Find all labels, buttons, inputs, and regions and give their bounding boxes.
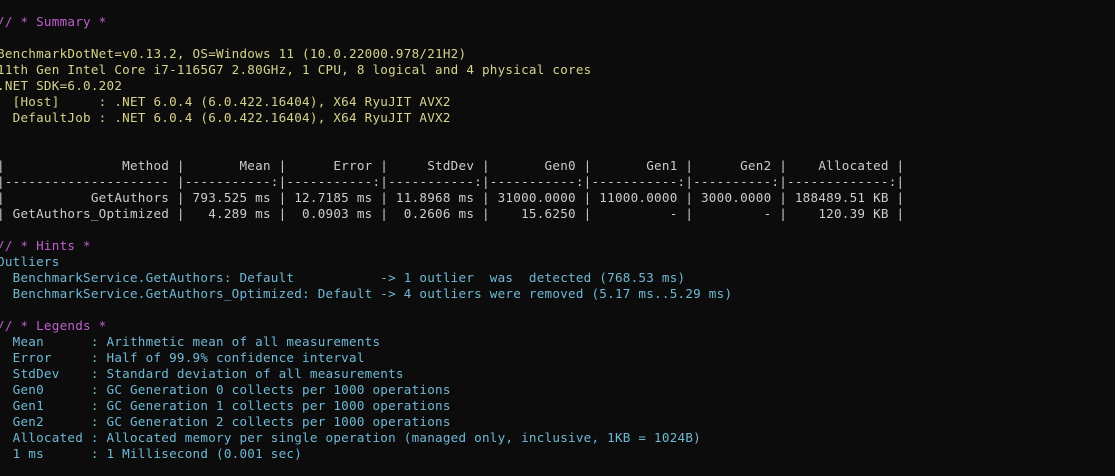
legend-item: Allocated : Allocated memory per single … [0,430,701,445]
legends-section-header: // * Legends * [0,318,107,333]
legend-item: Gen2 : GC Generation 2 collects per 1000… [0,414,451,429]
table-row: | GetAuthors_Optimized | 4.289 ms | 0.09… [0,206,905,221]
environment-line-framework: BenchmarkDotNet=v0.13.2, OS=Windows 11 (… [0,46,467,61]
results-table-separator-row: |--------------------- |-----------:|---… [0,174,905,189]
environment-line-sdk: .NET SDK=6.0.202 [0,78,123,93]
hints-outlier-line: BenchmarkService.GetAuthors: Default -> … [0,270,686,285]
legend-item: Gen0 : GC Generation 0 collects per 1000… [0,382,451,397]
hints-outliers-title: Outliers [0,254,60,269]
summary-section-header: // * Summary * [0,14,107,29]
results-table-header-row: | Method | Mean | Error | StdDev | Gen0 … [0,158,905,173]
table-row: | GetAuthors | 793.525 ms | 12.7185 ms |… [0,190,905,205]
environment-line-cpu: 11th Gen Intel Core i7-1165G7 2.80GHz, 1… [0,62,592,77]
terminal-window[interactable]: // * Summary * BenchmarkDotNet=v0.13.2, … [0,0,1115,476]
legend-item: Gen1 : GC Generation 1 collects per 1000… [0,398,451,413]
legend-item: StdDev : Standard deviation of all measu… [0,366,404,381]
legend-item: 1 ms : 1 Millisecond (0.001 sec) [0,446,303,461]
legend-item: Mean : Arithmetic mean of all measuremen… [0,334,381,349]
hints-outlier-line: BenchmarkService.GetAuthors_Optimized: D… [0,286,733,301]
legend-item: Error : Half of 99.9% confidence interva… [0,350,365,365]
environment-line-defaultjob: DefaultJob : .NET 6.0.4 (6.0.422.16404),… [0,110,451,125]
hints-section-header: // * Hints * [0,238,91,253]
environment-line-host: [Host] : .NET 6.0.4 (6.0.422.16404), X64… [0,94,451,109]
